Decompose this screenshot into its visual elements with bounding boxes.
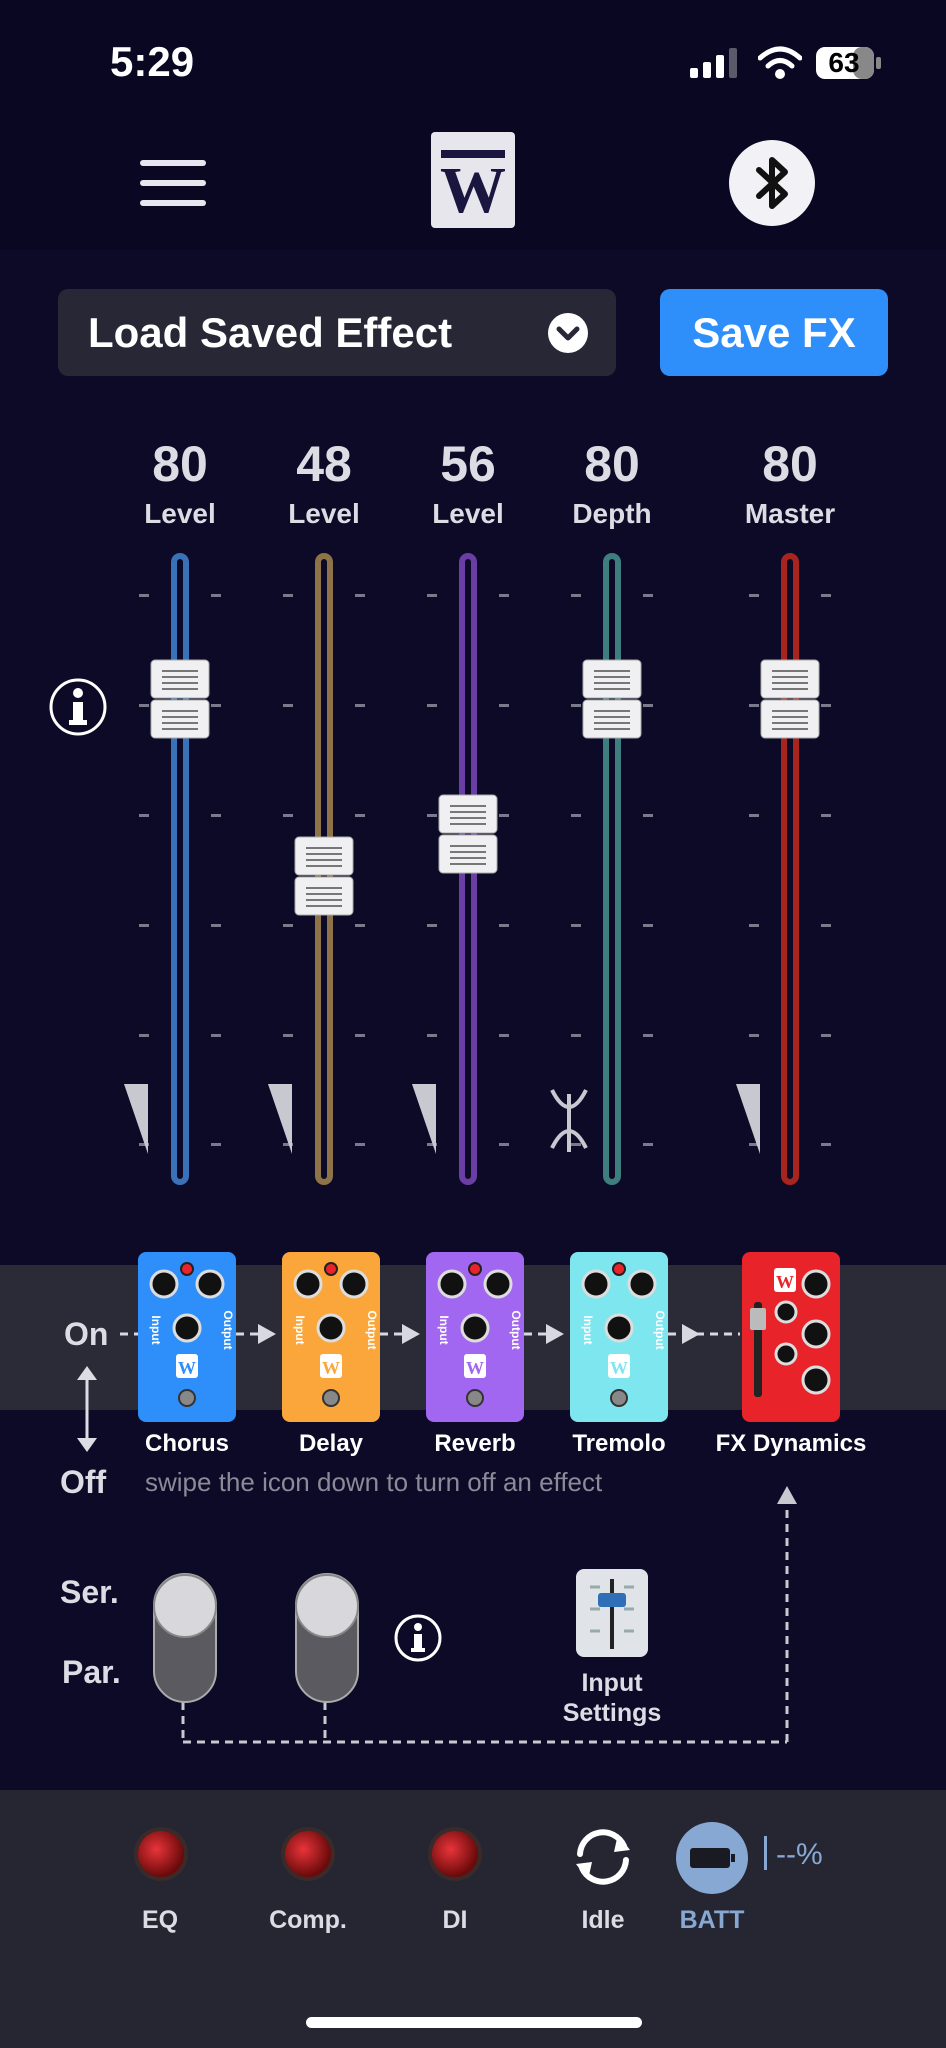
taper-icon: [124, 1084, 148, 1154]
up-down-arrow-icon: [77, 1366, 97, 1452]
logo-letter: W: [440, 154, 506, 227]
pedal-badge-letter: W: [610, 1358, 628, 1378]
routing-lines: [181, 1486, 797, 1744]
pedal-label: Chorus: [145, 1430, 229, 1457]
pedal-input-label: Input: [149, 1315, 163, 1344]
parallel-label: Par.: [62, 1654, 121, 1690]
load-saved-effect-select[interactable]: Load Saved Effect: [58, 289, 616, 376]
info-icon[interactable]: [48, 677, 108, 737]
menu-icon[interactable]: [140, 158, 206, 208]
fader-label: Master: [744, 498, 836, 529]
save-fx-button[interactable]: Save FX: [660, 289, 888, 376]
pedal-delay[interactable]: Input Output W: [282, 1252, 380, 1422]
pedal-output-label: Output: [221, 1310, 235, 1349]
taper-icon: [412, 1084, 436, 1154]
pedal-badge-letter: W: [466, 1358, 484, 1378]
eq-led-button[interactable]: [138, 1831, 184, 1877]
bluetooth-icon[interactable]: [729, 140, 815, 226]
pedal-reverb[interactable]: Input Output W: [426, 1252, 524, 1422]
chevron-down-icon: [548, 313, 588, 353]
taper-icon: [268, 1084, 292, 1154]
fader-handle[interactable]: [150, 659, 210, 739]
fader-value: 80: [762, 436, 818, 492]
comp-led-button[interactable]: [285, 1831, 331, 1877]
fader-handle[interactable]: [760, 659, 820, 739]
pedal-fx-dynamics[interactable]: W: [742, 1252, 840, 1422]
fader-value: 56: [440, 436, 496, 492]
di-label: DI: [442, 1906, 468, 1934]
refresh-icon[interactable]: [568, 1822, 638, 1892]
info-icon[interactable]: [394, 1614, 442, 1662]
taper-icon: [736, 1084, 760, 1154]
fader-label: Level: [144, 498, 216, 529]
fader-value: 48: [296, 436, 352, 492]
signal-icon: [690, 48, 737, 78]
battery-percent-readout: --%: [776, 1838, 823, 1871]
fader-value: 80: [152, 436, 208, 492]
app-logo: W: [431, 132, 515, 228]
fader-value: 80: [584, 436, 640, 492]
pedal-input-label: Input: [437, 1315, 451, 1344]
tremolo-wave-icon: [550, 1089, 588, 1152]
pedal-badge-letter: W: [322, 1358, 340, 1378]
pedal-tremolo[interactable]: Input Output W: [570, 1252, 668, 1422]
fader-handle[interactable]: [582, 659, 642, 739]
pedal-badge-letter: W: [178, 1358, 196, 1378]
idle-label: Idle: [581, 1906, 625, 1934]
battery-percent: 63: [828, 47, 860, 78]
fader-label: Level: [288, 498, 360, 529]
pedal-badge-letter: W: [776, 1272, 794, 1292]
series-parallel-toggle[interactable]: [294, 1570, 360, 1704]
pedal-label: Tremolo: [572, 1430, 666, 1457]
pedal-input-label: Input: [293, 1315, 307, 1344]
battery-status-icon[interactable]: [676, 1822, 748, 1894]
comp-label: Comp.: [269, 1906, 347, 1934]
di-led-button[interactable]: [432, 1831, 478, 1877]
pedal-output-label: Output: [653, 1310, 667, 1349]
wifi-icon: [758, 46, 802, 79]
fader-label: Level: [432, 498, 504, 529]
pedal-chorus[interactable]: Input Output W: [138, 1252, 236, 1422]
input-settings-icon[interactable]: [576, 1569, 648, 1657]
pedal-input-label: Input: [581, 1315, 595, 1344]
pedal-label: FX Dynamics: [715, 1430, 867, 1457]
status-time: 5:29: [110, 38, 195, 85]
batt-divider: [764, 1836, 767, 1870]
pedal-output-label: Output: [509, 1310, 523, 1349]
batt-label: BATT: [679, 1906, 745, 1934]
series-parallel-toggle[interactable]: [152, 1570, 218, 1704]
on-label: On: [64, 1316, 109, 1352]
fader-handle[interactable]: [438, 794, 498, 874]
eq-label: EQ: [141, 1906, 179, 1934]
pedal-label: Delay: [298, 1430, 364, 1457]
pedal-output-label: Output: [365, 1310, 379, 1349]
load-saved-effect-label: Load Saved Effect: [88, 309, 453, 356]
series-label: Ser.: [60, 1574, 119, 1610]
fader-handle[interactable]: [294, 836, 354, 916]
fader-label: Depth: [572, 498, 652, 529]
home-indicator[interactable]: [306, 2017, 642, 2028]
pedal-label: Reverb: [434, 1430, 516, 1457]
input-settings-label: Input Settings: [562, 1669, 662, 1727]
